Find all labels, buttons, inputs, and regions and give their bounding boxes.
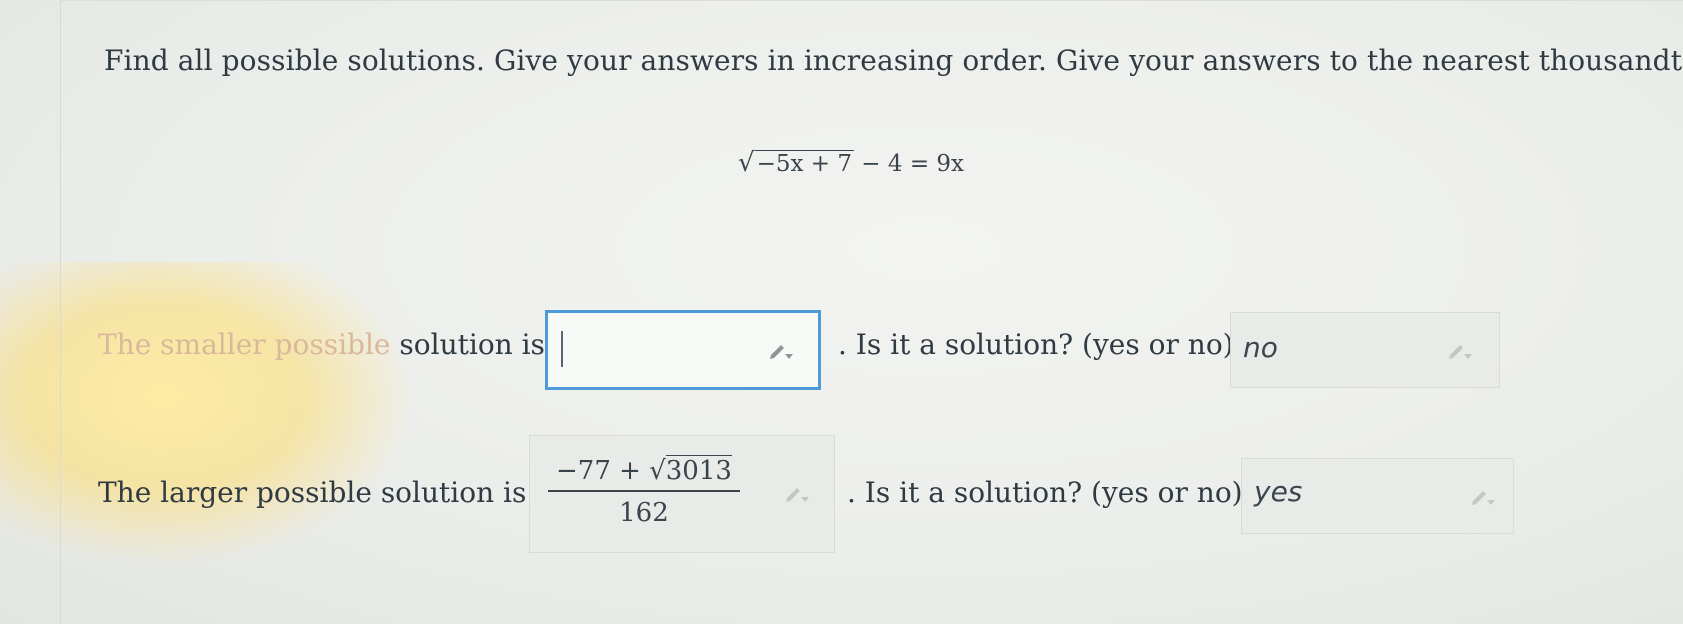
larger-solution-question: . Is it a solution? (yes or no) [847, 476, 1243, 509]
radical-symbol: √ [649, 456, 666, 486]
pencil-dropdown-icon[interactable] [1470, 487, 1496, 507]
pencil-dropdown-icon[interactable] [784, 484, 810, 504]
radical-symbol: √ [738, 148, 755, 178]
larger-solution-check-input[interactable]: yes [1241, 458, 1514, 534]
smaller-solution-label-faded: The smaller possible [98, 328, 391, 361]
larger-solution-input[interactable]: −77 + √3013 162 [529, 435, 835, 553]
smaller-solution-check-input[interactable]: no [1230, 312, 1500, 388]
numerator-prefix: −77 + [556, 456, 650, 486]
equation-radicand: −5x + 7 [754, 150, 854, 177]
smaller-solution-label-rest: solution is [399, 328, 545, 361]
equation: √−5x + 7 − 4 = 9x [738, 148, 964, 178]
pencil-dropdown-icon[interactable] [1447, 341, 1473, 361]
larger-solution-label: The larger possible solution is [98, 476, 527, 509]
smaller-solution-question: . Is it a solution? (yes or no) [838, 328, 1234, 361]
equation-rest: − 4 = 9x [861, 151, 965, 177]
question-instructions: Find all possible solutions. Give your a… [104, 44, 1683, 77]
smaller-solution-check-value: no [1243, 331, 1278, 364]
text-cursor [561, 331, 563, 367]
fraction-numerator: −77 + √3013 [548, 455, 740, 492]
smaller-solution-input[interactable] [545, 310, 821, 390]
numerator-radicand: 3013 [665, 455, 732, 486]
fraction-denominator: 162 [619, 498, 669, 528]
larger-solution-check-value: yes [1254, 475, 1303, 508]
pencil-dropdown-icon[interactable] [768, 341, 794, 361]
smaller-solution-label: The smaller possible solution is [98, 328, 545, 361]
larger-solution-fraction: −77 + √3013 162 [548, 455, 740, 528]
